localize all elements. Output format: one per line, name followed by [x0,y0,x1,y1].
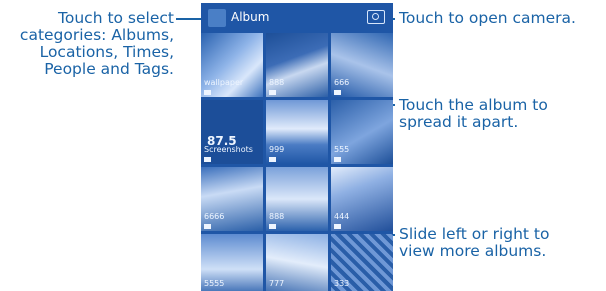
album-tile[interactable]: 444 [331,167,393,231]
album-tile[interactable]: 999 [266,100,328,164]
album-tile[interactable]: wallpaper [201,33,263,97]
album-tile[interactable]: 87.5 Screenshots [201,100,263,164]
album-grid: wallpaper 888 666 87.5 Screenshots 999 5… [201,33,393,291]
album-label: 6666 [204,212,225,221]
camera-icon[interactable] [367,10,385,24]
folder-icon [334,157,341,162]
album-label: 777 [269,279,285,288]
folder-icon [334,90,341,95]
callout-camera: Touch to open camera. [399,9,576,27]
album-label: wallpaper [204,78,244,87]
folder-icon [204,224,211,229]
phone-screen: Album wallpaper 888 666 87.5 Screenshots… [201,3,393,291]
album-tile[interactable]: 888 [266,167,328,231]
folder-icon [334,224,341,229]
callout-slide: Slide left or right to view more albums. [399,225,550,260]
album-label: 5555 [204,279,225,288]
album-tile[interactable]: 777 [266,234,328,291]
album-label: 333 [334,279,350,288]
gallery-icon[interactable] [208,9,226,27]
folder-icon [269,90,276,95]
album-label: 666 [334,78,350,87]
album-tile[interactable]: 6666 [201,167,263,231]
album-label: 888 [269,78,285,87]
album-tile[interactable]: 5555 [201,234,263,291]
album-label: 999 [269,145,285,154]
folder-icon [269,157,276,162]
album-top-bar: Album [201,3,393,33]
callout-categories: Touch to select categories: Albums, Loca… [19,9,174,78]
album-tile[interactable]: 888 [266,33,328,97]
album-tile[interactable]: 333 [331,234,393,291]
folder-icon [269,224,276,229]
album-label: Screenshots [204,145,253,154]
folder-icon [204,157,211,162]
album-title[interactable]: Album [231,10,269,24]
album-label: 555 [334,145,350,154]
album-label: 444 [334,212,350,221]
album-tile[interactable]: 666 [331,33,393,97]
album-label: 888 [269,212,285,221]
callout-spread: Touch the album to spread it apart. [399,96,548,131]
folder-icon [204,90,211,95]
album-tile[interactable]: 555 [331,100,393,164]
